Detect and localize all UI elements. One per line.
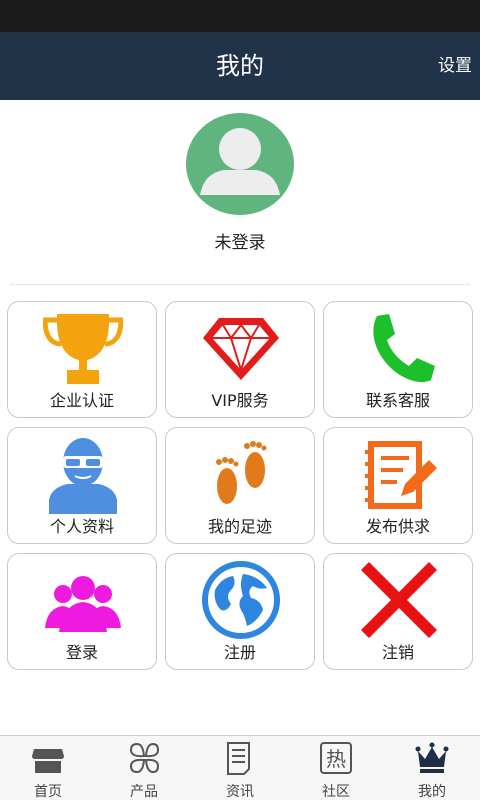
person-icon: [49, 438, 117, 514]
tile-label: 发布供求: [365, 517, 430, 536]
store-icon: [32, 749, 64, 773]
tab-mine[interactable]: 我的: [384, 736, 480, 801]
edit-document-icon: [365, 441, 437, 509]
app-header: 我的 设置: [0, 32, 480, 100]
tile-enterprise-cert[interactable]: 企业认证: [7, 301, 157, 418]
tab-label: 社区: [322, 784, 350, 800]
tab-home[interactable]: 首页: [0, 736, 96, 801]
tile-label: 联系客服: [365, 391, 430, 410]
tile-label: 注销: [381, 643, 414, 662]
tile-login[interactable]: 登录: [7, 553, 157, 670]
hot-icon: 热: [320, 742, 352, 774]
trophy-icon: [43, 314, 123, 384]
tab-label: 我的: [418, 784, 446, 800]
tile-label: 个人资料: [49, 517, 114, 536]
page-title: 我的: [216, 52, 264, 80]
crown-icon: [415, 742, 449, 773]
tab-products[interactable]: 产品: [96, 736, 192, 801]
clover-icon: [129, 742, 160, 774]
phone-icon: [373, 314, 435, 383]
default-user-avatar-icon[interactable]: [186, 113, 294, 215]
tab-label: 产品: [130, 784, 158, 800]
tile-label: 我的足迹: [207, 517, 272, 536]
tile-label: 注册: [223, 643, 256, 662]
globe-icon: [202, 561, 280, 639]
tile-label: 企业认证: [49, 391, 114, 410]
tile-personal-info[interactable]: 个人资料: [7, 427, 157, 544]
feature-grid: 企业认证 VIP服务 联系客服 个人资料 我的足迹 发布供求 登录 注册 注销: [7, 301, 473, 673]
hot-icon-text: 热: [326, 747, 346, 771]
group-icon: [45, 576, 121, 632]
settings-button[interactable]: 设置: [438, 32, 472, 100]
x-icon: [361, 562, 437, 638]
document-icon: [227, 742, 250, 775]
diamond-icon: [203, 318, 279, 380]
tab-news[interactable]: 资讯: [192, 736, 288, 801]
footprints-icon: [216, 441, 267, 504]
tile-contact-support[interactable]: 联系客服: [323, 301, 473, 418]
tile-post-supply[interactable]: 发布供求: [323, 427, 473, 544]
tile-my-footprints[interactable]: 我的足迹: [165, 427, 315, 544]
tile-label: 登录: [65, 643, 98, 662]
tile-label: VIP服务: [211, 391, 269, 410]
tab-label: 资讯: [226, 784, 254, 800]
tab-community[interactable]: 热 社区: [288, 736, 384, 801]
tile-vip-service[interactable]: VIP服务: [165, 301, 315, 418]
tile-logout[interactable]: 注销: [323, 553, 473, 670]
divider: [10, 284, 470, 285]
username-label: 未登录: [214, 233, 266, 253]
bottom-tab-bar: 首页 产品 资讯 热 社区 我的: [0, 735, 480, 800]
tile-register[interactable]: 注册: [165, 553, 315, 670]
status-bar: [0, 0, 480, 32]
tab-label: 首页: [34, 784, 62, 800]
